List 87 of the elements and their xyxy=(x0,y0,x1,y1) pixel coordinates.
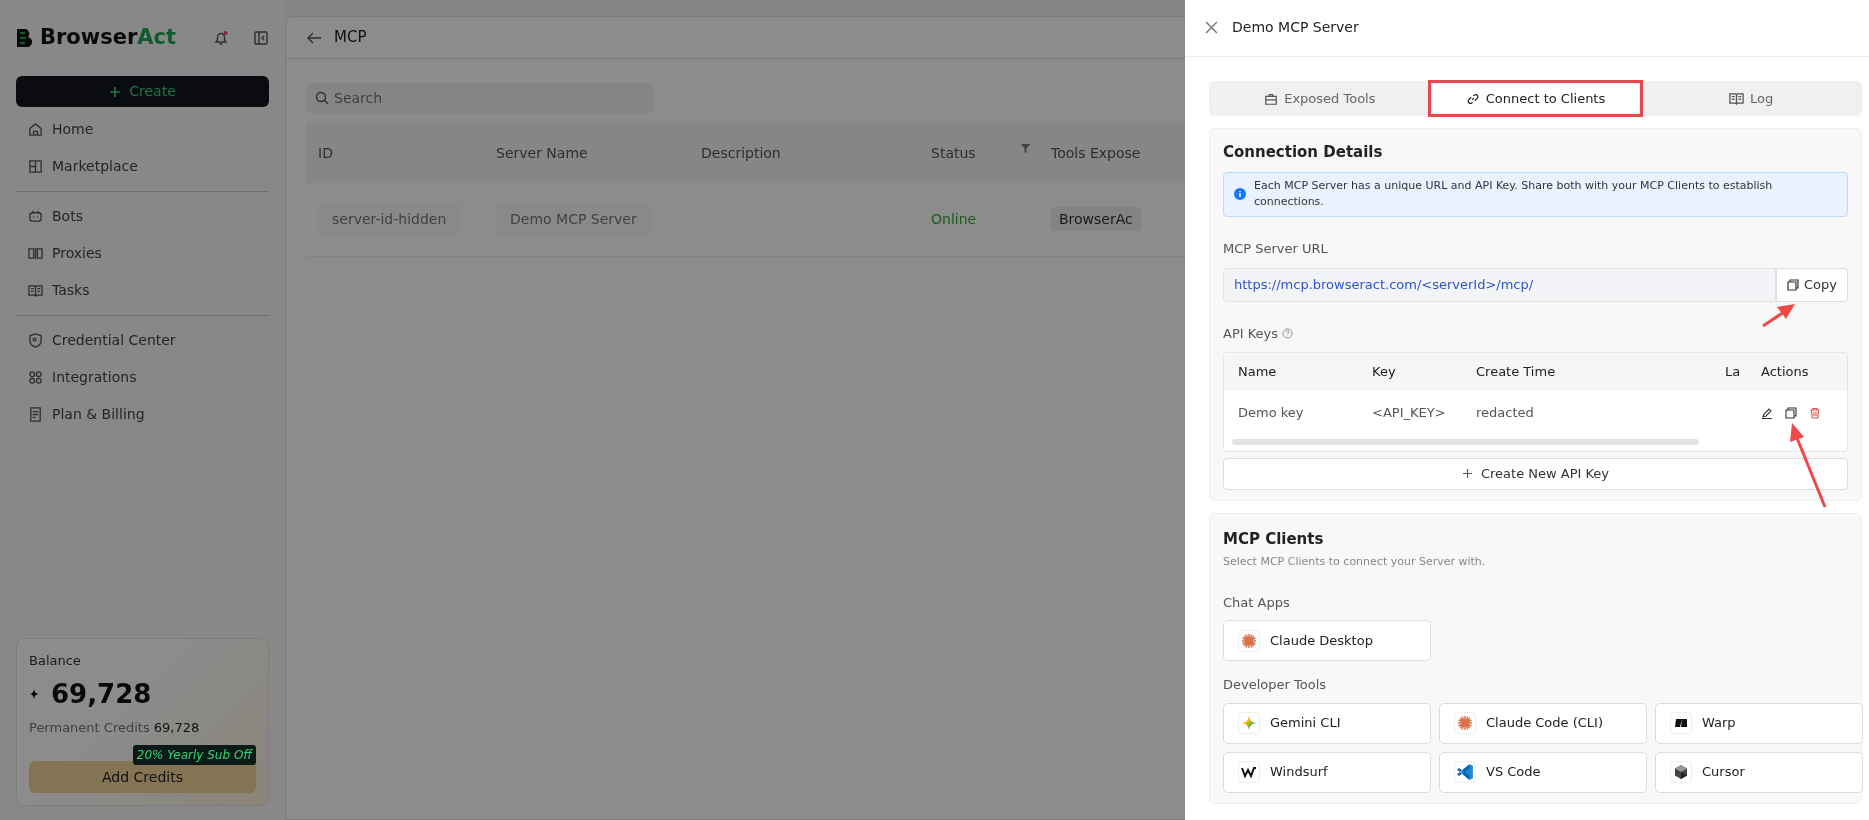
sidebar-item[interactable]: Home xyxy=(16,111,269,148)
shield-icon xyxy=(28,333,43,348)
section-title: MCP Clients xyxy=(1223,528,1325,550)
section-title: Connection Details xyxy=(1223,142,1384,163)
starburst-icon xyxy=(1457,715,1473,731)
add-credits-button[interactable]: Add Credits xyxy=(29,761,256,793)
credits-value: 69,728 xyxy=(153,718,200,737)
balance-label: Balance xyxy=(29,652,82,670)
book-icon xyxy=(28,283,43,298)
plus-icon xyxy=(1461,468,1473,479)
column-header: La xyxy=(1724,362,1742,381)
column-header: Key xyxy=(1371,362,1397,381)
info-icon xyxy=(1234,188,1246,200)
delete-icon[interactable] xyxy=(1809,406,1821,419)
sidebar-item[interactable]: Plan & Billing xyxy=(16,396,269,433)
annotation-arrow xyxy=(1762,304,1795,328)
sidebar-item[interactable]: Proxies xyxy=(16,235,269,272)
group-label: Developer Tools xyxy=(1223,676,1328,694)
back-arrow-icon[interactable] xyxy=(306,30,322,45)
create-key-button[interactable]: Create New API Key xyxy=(1223,457,1848,490)
client-button[interactable]: Cursor xyxy=(1655,751,1863,793)
info-text: Each MCP Server has a unique URL and API Key. Share both with your MCP Clients to establish connections. xyxy=(1254,177,1774,210)
home-icon xyxy=(28,122,43,137)
integrations-icon xyxy=(28,370,43,385)
sparkle-icon xyxy=(1241,715,1257,731)
client-button[interactable]: Claude Code (CLI) xyxy=(1439,702,1647,744)
column-header: Tools Expose xyxy=(1050,143,1139,163)
create-button[interactable]: Create xyxy=(16,76,269,107)
tool-tag: BrowserAc xyxy=(1051,207,1141,231)
sidebar-item[interactable]: Bots xyxy=(16,198,269,235)
column-header: Description xyxy=(700,143,782,163)
help-icon[interactable] xyxy=(1282,328,1294,340)
book-icon xyxy=(1729,91,1745,106)
client-button[interactable]: Claude Desktop xyxy=(1223,620,1431,661)
logo-icon xyxy=(16,28,32,48)
client-button[interactable]: Gemini CLI xyxy=(1223,702,1431,744)
table-cell-text: redacted xyxy=(1475,403,1535,422)
starburst-icon xyxy=(1241,632,1257,649)
billing-icon xyxy=(28,407,43,422)
copy-button[interactable]: Copy xyxy=(1776,268,1848,302)
link-icon xyxy=(1465,91,1480,106)
promo-badge: 20% Yearly Sub Off xyxy=(132,745,256,765)
column-header: Name xyxy=(1237,362,1278,381)
copy-icon xyxy=(1787,279,1799,291)
edit-icon[interactable] xyxy=(1761,406,1773,419)
sidebar-item[interactable]: Marketplace xyxy=(16,148,269,185)
sidebar-item[interactable]: Tasks xyxy=(16,272,269,309)
section-subtitle: Select MCP Clients to connect your Server with. xyxy=(1223,554,1487,570)
table-cell-text: Demo key xyxy=(1237,403,1305,422)
client-button[interactable]: Warp xyxy=(1655,702,1863,744)
close-icon[interactable] xyxy=(1205,21,1218,34)
field-label: API Keys xyxy=(1223,325,1279,343)
scrollbar[interactable] xyxy=(1232,438,1700,445)
sidebar-item[interactable]: Credential Center xyxy=(16,322,269,359)
tab[interactable]: Exposed Tools xyxy=(1212,84,1428,113)
cube-icon xyxy=(1673,764,1689,780)
drawer-title: Demo MCP Server xyxy=(1232,18,1359,37)
toolbox-icon xyxy=(1264,91,1279,106)
collapse-sidebar-icon[interactable] xyxy=(253,30,269,46)
store-icon xyxy=(28,159,43,174)
client-button[interactable]: Windsurf xyxy=(1223,751,1431,793)
sidebar-item[interactable]: Integrations xyxy=(16,359,269,396)
column-header: Server Name xyxy=(495,143,589,163)
search-field[interactable]: Search xyxy=(306,83,654,113)
table-cell-text: <API_KEY> xyxy=(1371,403,1447,422)
proxy-icon xyxy=(28,246,43,261)
tab[interactable]: Connect to Clients xyxy=(1431,84,1640,113)
column-header: Actions xyxy=(1760,362,1810,381)
plus-icon xyxy=(109,85,122,98)
url-field[interactable]: https://mcp.browseract.com/<serverId>/mcp/ xyxy=(1223,268,1776,302)
brand-name: BrowserAct xyxy=(40,24,177,52)
credits-label: Permanent Credits xyxy=(29,718,150,737)
page-title: MCP xyxy=(334,27,367,49)
status-text: Online xyxy=(931,211,977,227)
column-header: Create Time xyxy=(1475,362,1557,381)
field-label: MCP Server URL xyxy=(1223,239,1329,258)
tab[interactable]: Log xyxy=(1643,84,1859,113)
group-label: Chat Apps xyxy=(1223,593,1291,612)
balance-amount: 69,728 xyxy=(51,677,152,711)
vscode-icon xyxy=(1456,763,1474,781)
robot-icon xyxy=(28,209,43,224)
wave-icon xyxy=(1241,764,1257,780)
column-header: ID xyxy=(317,143,334,163)
column-header: Status xyxy=(931,143,976,163)
bell-icon[interactable] xyxy=(213,30,229,46)
client-button[interactable]: VS Code xyxy=(1439,751,1647,793)
copy-icon[interactable] xyxy=(1785,406,1797,419)
